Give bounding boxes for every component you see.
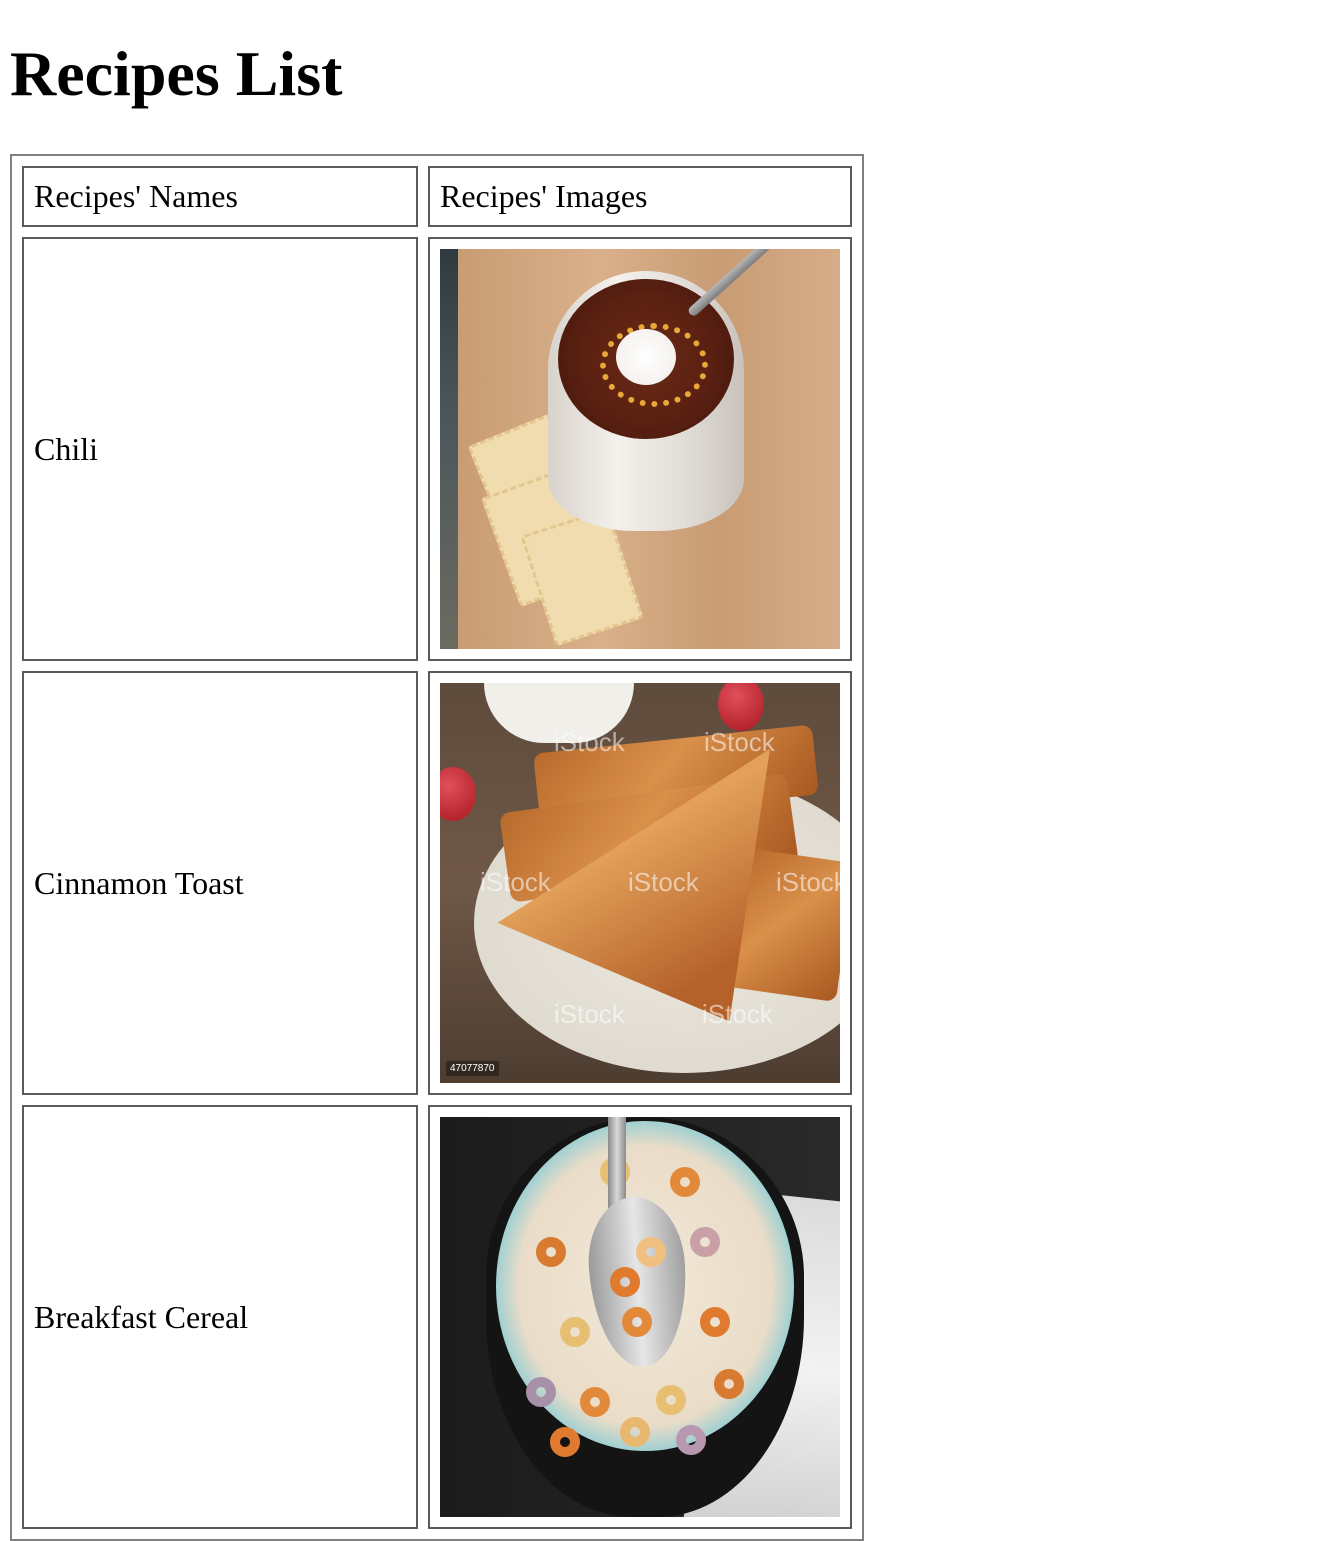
watermark-text: iStock <box>480 867 551 897</box>
header-names: Recipes' Names <box>22 166 418 227</box>
table-header-row: Recipes' Names Recipes' Images <box>22 166 852 227</box>
watermark-text: iStock <box>554 727 625 757</box>
cinnamon-toast-photo: iStock iStock iStock iStock iStock iStoc… <box>440 683 840 1083</box>
watermark-text: iStock <box>702 999 773 1029</box>
recipe-image-cell <box>428 237 852 661</box>
watermark-text: iStock <box>776 867 840 897</box>
recipe-name: Breakfast Cereal <box>22 1105 418 1529</box>
recipes-table: Recipes' Names Recipes' Images Chili Cin… <box>10 154 864 1541</box>
watermark-text: iStock <box>554 999 625 1029</box>
watermark-text: iStock <box>704 727 775 757</box>
recipe-name: Chili <box>22 237 418 661</box>
table-row: Breakfast Cereal <box>22 1105 852 1529</box>
table-row: Chili <box>22 237 852 661</box>
watermark-text: iStock <box>628 867 699 897</box>
recipe-image-cell: iStock iStock iStock iStock iStock iStoc… <box>428 671 852 1095</box>
recipe-name: Cinnamon Toast <box>22 671 418 1095</box>
chili-bowl-photo <box>440 249 840 649</box>
cereal-bowl-photo <box>440 1117 840 1517</box>
stock-id-tag: 47077870 <box>446 1061 499 1076</box>
table-row: Cinnamon Toast iStock iStock iStock iSto… <box>22 671 852 1095</box>
recipe-image-cell <box>428 1105 852 1529</box>
header-images: Recipes' Images <box>428 166 852 227</box>
page-title: Recipes List <box>10 38 343 109</box>
